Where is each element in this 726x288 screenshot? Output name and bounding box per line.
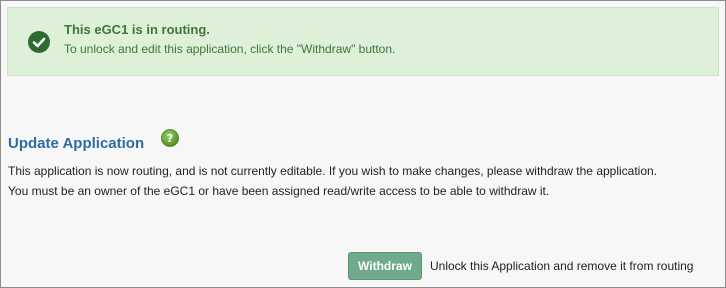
svg-text:?: ? xyxy=(167,132,173,145)
withdraw-button[interactable]: Withdraw xyxy=(348,252,422,280)
page-frame: This eGC1 is in routing. To unlock and e… xyxy=(0,0,726,288)
alert-message: To unlock and edit this application, cli… xyxy=(64,42,396,56)
section-heading: Update Application xyxy=(8,135,145,152)
withdraw-description: Unlock this Application and remove it fr… xyxy=(430,259,694,273)
explanation-line-1: This application is now routing, and is … xyxy=(8,164,658,178)
check-circle-icon xyxy=(28,31,50,53)
alert-title: This eGC1 is in routing. xyxy=(64,22,210,37)
routing-alert: This eGC1 is in routing. To unlock and e… xyxy=(7,7,719,76)
explanation-line-2: You must be an owner of the eGC1 or have… xyxy=(8,184,550,198)
help-icon[interactable]: ? xyxy=(161,129,179,147)
routing-explanation: This application is now routing, and is … xyxy=(8,161,723,201)
